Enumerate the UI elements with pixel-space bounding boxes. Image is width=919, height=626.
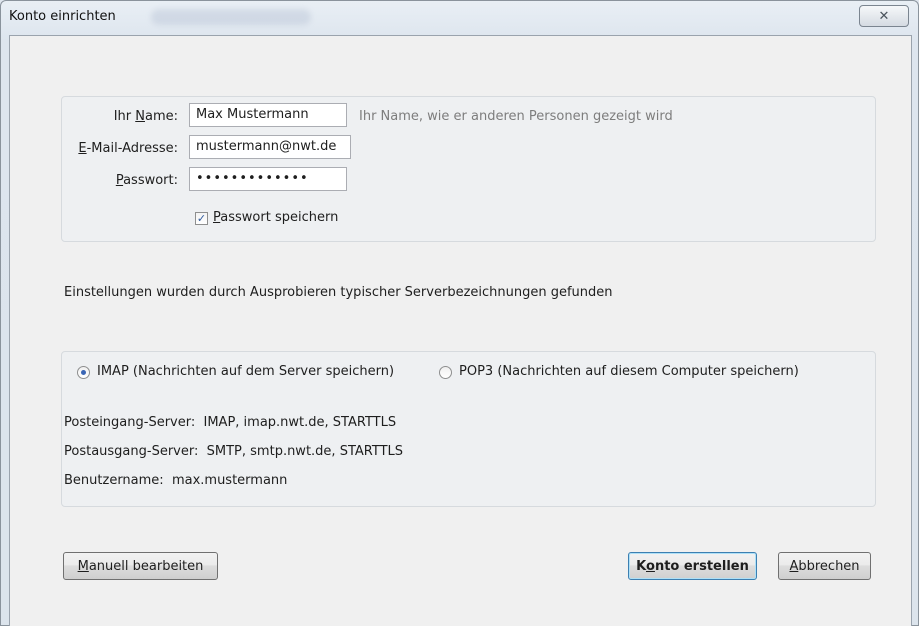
outgoing-server-row: Postausgang-Server: SMTP, smtp.nwt.de, S…: [64, 444, 403, 459]
name-label: Ihr Name:: [113, 109, 178, 124]
save-password-label[interactable]: Passwort speichern: [213, 210, 338, 225]
save-password-checkbox[interactable]: ✓: [195, 212, 208, 225]
close-icon: ✕: [878, 8, 890, 24]
name-input[interactable]: Max Mustermann: [189, 103, 347, 127]
incoming-server-value: IMAP, imap.nwt.de, STARTTLS: [203, 415, 397, 430]
cancel-button[interactable]: Abbrechen: [778, 552, 871, 580]
password-input[interactable]: •••••••••••••: [189, 167, 347, 191]
imap-radio[interactable]: [77, 366, 90, 379]
email-label: E-Mail-Adresse:: [78, 141, 178, 156]
checkmark-icon: ✓: [196, 212, 207, 225]
cancel-label: Abbrechen: [789, 558, 860, 574]
username-label: Benutzername:: [64, 473, 164, 488]
email-input[interactable]: mustermann@nwt.de: [189, 135, 351, 159]
imap-label[interactable]: IMAP (Nachrichten auf dem Server speiche…: [97, 364, 394, 379]
outgoing-server-value: SMTP, smtp.nwt.de, STARTTLS: [206, 444, 403, 459]
pop3-radio[interactable]: [439, 366, 452, 379]
incoming-server-label: Posteingang-Server:: [64, 415, 196, 430]
server-panel: IMAP (Nachrichten auf dem Server speiche…: [61, 351, 876, 507]
pop3-label[interactable]: POP3 (Nachrichten auf diesem Computer sp…: [459, 364, 799, 379]
close-button[interactable]: ✕: [859, 5, 909, 27]
incoming-server-row: Posteingang-Server: IMAP, imap.nwt.de, S…: [64, 415, 396, 430]
create-account-label: Konto erstellen: [636, 558, 749, 574]
manual-edit-label: Manuell bearbeiten: [77, 558, 204, 574]
password-label: Passwort:: [115, 173, 178, 188]
identity-panel: Ihr Name: Max Mustermann Ihr Name, wie e…: [61, 96, 876, 242]
name-hint: Ihr Name, wie er anderen Personen gezeig…: [359, 109, 673, 124]
username-value: max.mustermann: [171, 473, 288, 488]
outgoing-server-label: Postausgang-Server:: [64, 444, 199, 459]
dialog-window: Konto einrichten ✕ Ihr Name: Max Musterm…: [0, 0, 919, 626]
create-account-button[interactable]: Konto erstellen: [628, 552, 757, 580]
window-title: Konto einrichten: [9, 9, 116, 24]
status-message: Einstellungen wurden durch Ausprobieren …: [64, 285, 613, 300]
background-window-ghost: [151, 9, 311, 25]
radio-selected-dot: [81, 370, 86, 375]
dialog-body: Ihr Name: Max Mustermann Ihr Name, wie e…: [9, 35, 912, 626]
manual-edit-button[interactable]: Manuell bearbeiten: [63, 552, 218, 580]
title-bar[interactable]: Konto einrichten ✕: [1, 1, 918, 35]
username-row: Benutzername: max.mustermann: [64, 473, 287, 488]
